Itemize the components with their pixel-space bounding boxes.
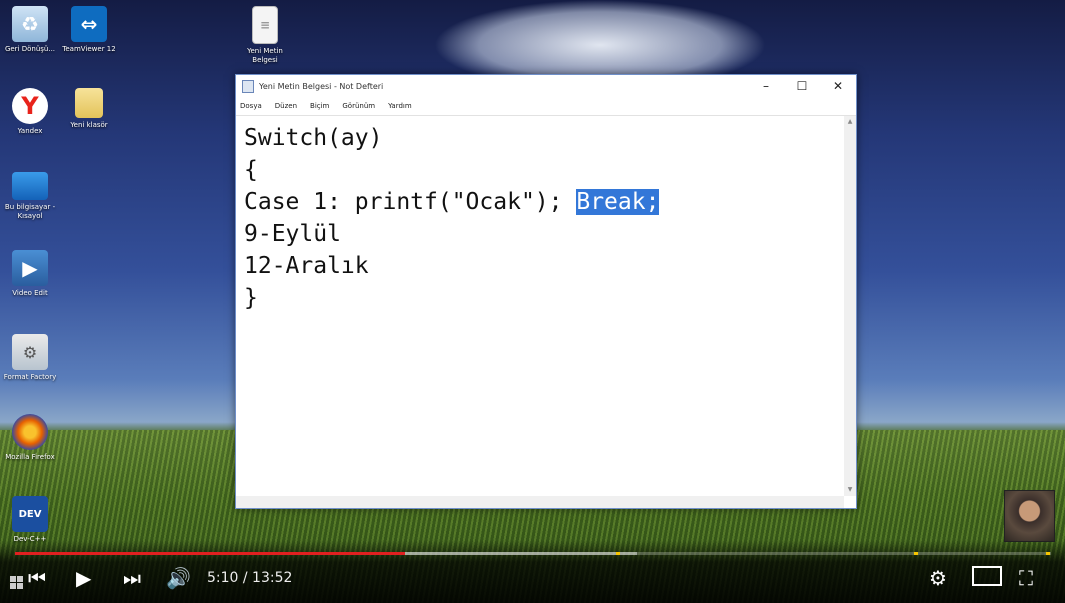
menu-format[interactable]: Biçim <box>310 102 329 110</box>
format-factory-icon: ⚙ <box>12 334 48 370</box>
maximize-icon[interactable]: ☐ <box>784 79 820 93</box>
desktop-icon-label: Format Factory <box>3 373 57 381</box>
text-line: 9-Eylül <box>244 221 341 247</box>
desktop-icon-label: Bu bilgisayar - Kısayol <box>4 203 56 220</box>
volume-icon[interactable]: 🔊 <box>166 567 191 589</box>
desktop-icon-teamviewer[interactable]: ⇔ TeamViewer 12 <box>61 6 117 54</box>
desktop-icon-dev-cpp[interactable]: DEV Dev-C++ <box>2 496 58 544</box>
ad-marker <box>1046 552 1050 555</box>
scroll-up-icon[interactable]: ▲ <box>844 116 856 128</box>
vertical-scrollbar[interactable]: ▲ ▼ <box>844 116 856 496</box>
played-bar <box>15 552 405 555</box>
time-display: 5:10 / 13:52 <box>207 570 293 586</box>
desktop-icon-firefox[interactable]: Mozilla Firefox <box>2 414 58 462</box>
desktop-icon-text-file[interactable]: ≡ Yeni Metin Belgesi <box>237 6 293 65</box>
dev-cpp-icon: DEV <box>12 496 48 532</box>
teamviewer-icon: ⇔ <box>71 6 107 42</box>
video-frame[interactable]: ♻ Geri Dönüşü... ⇔ TeamViewer 12 ≡ Yeni … <box>0 0 1065 603</box>
desktop-icon-this-pc[interactable]: Bu bilgisayar - Kısayol <box>2 172 58 221</box>
progress-bar[interactable] <box>15 552 1051 555</box>
desktop-icon-new-folder[interactable]: Yeni klasör <box>61 88 117 130</box>
minimize-icon[interactable]: – <box>748 79 784 93</box>
desktop-icon-yandex[interactable]: Y Yandex <box>2 88 58 136</box>
player-control-bar <box>0 540 1065 603</box>
play-icon[interactable]: ▶ <box>76 567 91 589</box>
text-line: 12-Aralık <box>244 253 369 279</box>
notepad-icon <box>242 79 254 93</box>
ad-marker <box>914 552 918 555</box>
desktop-icon-label: Yandex <box>17 127 43 135</box>
windows-icon <box>10 576 24 590</box>
title-bar[interactable]: Yeni Metin Belgesi - Not Defteri – ☐ ✕ <box>236 75 856 97</box>
desktop-icon-label: TeamViewer 12 <box>62 45 116 53</box>
ad-marker <box>616 552 620 555</box>
fullscreen-icon[interactable]: ⛶ <box>1019 567 1033 589</box>
webcam-overlay <box>1004 490 1055 542</box>
desktop-icon-label: Yeni klasör <box>70 121 108 129</box>
text-file-icon: ≡ <box>252 6 278 44</box>
text-line: { <box>244 157 258 183</box>
selected-text: Break; <box>576 189 660 215</box>
text-line: } <box>244 285 258 311</box>
desktop-icon-video-edit[interactable]: ▶ Video Edit <box>2 250 58 298</box>
window-title: Yeni Metin Belgesi - Not Defteri <box>259 81 384 91</box>
menu-bar: Dosya Düzen Biçim Görünüm Yardım <box>236 97 856 116</box>
horizontal-scrollbar[interactable] <box>236 496 844 508</box>
text-segment: Case 1: printf("Ocak"); <box>244 189 577 215</box>
text-editor[interactable]: Switch(ay) { Case 1: printf("Ocak"); Bre… <box>236 116 844 496</box>
folder-icon <box>75 88 103 118</box>
theater-mode-icon[interactable] <box>972 566 1002 586</box>
text-line: Switch(ay) <box>244 125 383 151</box>
desktop-icon-label: Yeni Metin Belgesi <box>247 47 283 64</box>
yandex-icon: Y <box>12 88 48 124</box>
desktop-icon-label: Video Edit <box>12 289 48 297</box>
desktop-icon-format-factory[interactable]: ⚙ Format Factory <box>2 334 58 382</box>
recycle-bin-icon: ♻ <box>12 6 48 42</box>
next-icon[interactable]: ⏭ <box>123 567 141 589</box>
menu-edit[interactable]: Düzen <box>275 102 297 110</box>
desktop-icon-label: Geri Dönüşü... <box>4 45 56 53</box>
menu-help[interactable]: Yardım <box>388 102 412 110</box>
computer-icon <box>12 172 48 200</box>
film-icon: ▶ <box>12 250 48 286</box>
desktop-icon-label: Mozilla Firefox <box>5 453 55 461</box>
menu-view[interactable]: Görünüm <box>342 102 375 110</box>
desktop-icon-recycle-bin[interactable]: ♻ Geri Dönüşü... <box>2 6 58 54</box>
scroll-down-icon[interactable]: ▼ <box>844 484 856 496</box>
text-line: Case 1: printf("Ocak"); Break; <box>244 186 836 218</box>
settings-icon[interactable]: ⚙ <box>929 567 947 589</box>
previous-icon[interactable]: ⏮ <box>28 567 46 589</box>
close-icon[interactable]: ✕ <box>820 79 856 93</box>
notepad-window[interactable]: Yeni Metin Belgesi - Not Defteri – ☐ ✕ D… <box>235 74 857 509</box>
menu-file[interactable]: Dosya <box>240 102 262 110</box>
firefox-icon <box>12 414 48 450</box>
